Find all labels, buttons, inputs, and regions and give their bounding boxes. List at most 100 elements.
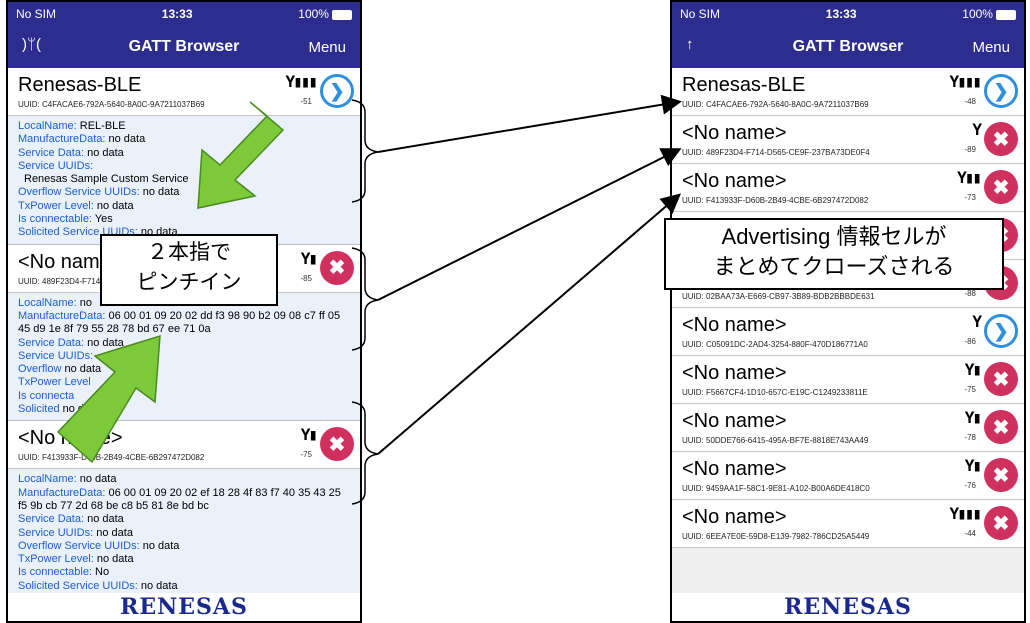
nav-title: GATT Browser bbox=[792, 38, 904, 55]
signal-strength-icon: Y▮ bbox=[964, 408, 982, 427]
info-key: Is connectable: bbox=[18, 566, 92, 579]
info-key: LocalName: bbox=[18, 120, 77, 132]
close-icon[interactable]: ✖ bbox=[984, 362, 1018, 396]
advertising-info-row: TxPower Level: no data bbox=[18, 200, 350, 213]
device-cell[interactable]: <No name> UUID: 9459AA1F-58C1-9E81-A102-B… bbox=[672, 452, 1024, 500]
device-cell[interactable]: <No name> UUID: C05091DC-2AD4-3254-880F-4… bbox=[672, 308, 1024, 356]
close-icon[interactable]: ✖ bbox=[984, 410, 1018, 444]
info-value: no data bbox=[93, 553, 134, 566]
device-cell[interactable]: <No name> UUID: F5667CF4-1D10-657C-E19C-C… bbox=[672, 356, 1024, 404]
close-icon[interactable]: ✖ bbox=[320, 427, 354, 462]
signal-strength-icon: Y▮ bbox=[300, 248, 318, 268]
rssi-value: -75 bbox=[300, 450, 312, 460]
device-list[interactable]: Renesas-BLE UUID: C4FACAE6-792A-5640-8A0C… bbox=[672, 68, 1024, 593]
advertising-info-row: ManufactureData: no data bbox=[18, 133, 350, 146]
callout-line: ２本指で bbox=[147, 241, 231, 264]
advertising-info-row: ManufactureData: 06 00 01 09 20 02 dd f3… bbox=[18, 310, 350, 337]
rssi-value: -78 bbox=[964, 433, 976, 442]
info-value: no data bbox=[76, 473, 117, 486]
device-cell[interactable]: Renesas-BLE UUID: C4FACAE6-792A-5640-8A0C… bbox=[672, 68, 1024, 116]
device-uuid: UUID: F413933F-D60B-2B49-4CBE-6B297472D0… bbox=[682, 196, 869, 205]
advertising-info-row: Solicited no data bbox=[18, 403, 350, 416]
info-value: no data bbox=[139, 186, 180, 199]
connector-line bbox=[377, 94, 682, 153]
rssi-value: -86 bbox=[964, 337, 976, 346]
device-cell[interactable]: <No name> UUID: F413933F-D60B-2B49-4CBE-6… bbox=[8, 421, 360, 470]
info-key: Service UUIDs: bbox=[18, 349, 94, 362]
info-key: ManufactureData: bbox=[18, 133, 106, 146]
info-key: ManufactureData: bbox=[18, 309, 106, 322]
info-key: LocalName: bbox=[18, 473, 77, 486]
close-icon[interactable]: ✖ bbox=[984, 506, 1018, 540]
device-cell[interactable]: <No name> UUID: 50DDE766-6415-495A-BF7E-8… bbox=[672, 404, 1024, 452]
advertising-info-cell: LocalName: REL-BLE ManufactureData: no da… bbox=[8, 116, 360, 245]
advertising-info-row: TxPower Level: no data bbox=[18, 553, 350, 566]
device-name: <No name> bbox=[682, 410, 787, 432]
signal-strength-icon: Y▮ bbox=[300, 425, 318, 445]
rssi-value: -73 bbox=[964, 193, 976, 202]
menu-button[interactable]: Menu bbox=[972, 39, 1010, 56]
info-value: no data bbox=[59, 403, 100, 416]
close-icon[interactable]: ✖ bbox=[984, 458, 1018, 492]
signal-strength-icon: Y bbox=[972, 312, 982, 331]
connector-line bbox=[377, 148, 682, 301]
device-list[interactable]: Renesas-BLE UUID: C4FACAE6-792A-5640-8A0C… bbox=[8, 68, 360, 593]
device-uuid: UUID: C4FACAE6-792A-5640-8A0C-9A7211037B… bbox=[18, 100, 205, 109]
close-icon[interactable]: ✖ bbox=[320, 250, 354, 285]
info-value: REL-BLE bbox=[76, 120, 126, 132]
advertising-info-row: Is connecta bbox=[18, 390, 350, 403]
device-name: <No name> bbox=[682, 458, 787, 480]
advertising-info-cell: LocalName: no ManufactureData: 06 00 01 0… bbox=[8, 292, 360, 422]
device-name: <No name> bbox=[18, 427, 123, 450]
device-cell[interactable]: <No name> UUID: 489F23D4-F714-D565-CE9F-2… bbox=[672, 116, 1024, 164]
info-key: Solicited bbox=[18, 403, 60, 416]
connect-arrow-icon[interactable]: ❯ bbox=[984, 74, 1018, 108]
collapse-callout: Advertising 情報セルが まとめてクローズされる bbox=[664, 218, 1004, 290]
battery-icon bbox=[331, 9, 352, 20]
device-cell[interactable]: <No name> UUID: F413933F-D60B-2B49-4CBE-6… bbox=[672, 164, 1024, 212]
info-key: Overflow bbox=[18, 363, 62, 376]
menu-button[interactable]: Menu bbox=[308, 39, 346, 56]
info-key: Overflow Service UUIDs: bbox=[18, 186, 140, 199]
advertising-info-row: ManufactureData: 06 00 01 09 20 02 ef 18… bbox=[18, 487, 350, 514]
info-value: No bbox=[92, 566, 110, 579]
device-cell[interactable]: Renesas-BLE UUID: C4FACAE6-792A-5640-8A0C… bbox=[8, 68, 360, 116]
arrow-up-icon[interactable]: ↑ bbox=[686, 36, 694, 53]
battery-label: 100% bbox=[962, 7, 993, 21]
advertising-info-row: Renesas Sample Custom Service bbox=[18, 173, 350, 186]
rssi-value: -89 bbox=[964, 145, 976, 154]
battery-indicator: 100% bbox=[298, 7, 352, 21]
advertising-info-cell: LocalName: no data ManufactureData: 06 00… bbox=[8, 469, 360, 593]
connect-arrow-icon[interactable]: ❯ bbox=[984, 314, 1018, 348]
battery-label: 100% bbox=[298, 7, 329, 21]
close-icon[interactable]: ✖ bbox=[984, 122, 1018, 156]
nav-bar: )ᛘ( GATT Browser Menu bbox=[8, 26, 360, 68]
close-icon[interactable]: ✖ bbox=[984, 170, 1018, 204]
device-cell[interactable]: <No name> UUID: 6EEA7E0E-59D8-E139-7982-7… bbox=[672, 500, 1024, 548]
advertising-info-row: Service UUIDs: bbox=[18, 350, 350, 363]
callout-line: ピンチイン bbox=[136, 271, 242, 294]
advertising-info-row: Overflow Service UUIDs: no data bbox=[18, 540, 350, 553]
info-key: LocalName: bbox=[18, 296, 77, 309]
signal-strength-icon: Y▮▮▮ bbox=[949, 504, 982, 523]
advertising-info-row: Overflow Service UUIDs: no data bbox=[18, 186, 350, 199]
callout-line: まとめてクローズされる bbox=[713, 254, 955, 279]
device-uuid: UUID: C4FACAE6-792A-5640-8A0C-9A7211037B… bbox=[682, 100, 869, 109]
device-name: <No name> bbox=[682, 362, 787, 384]
connect-arrow-icon[interactable]: ❯ bbox=[320, 74, 354, 108]
info-value: Yes bbox=[92, 213, 113, 226]
advertising-info-row: Overflow no data bbox=[18, 363, 350, 376]
info-key: ManufactureData: bbox=[18, 486, 106, 499]
device-uuid: UUID: 489F23D4-F714-D565-CE9F-237BA73DE0… bbox=[682, 148, 870, 157]
callout-line: Advertising 情報セルが bbox=[721, 224, 947, 249]
advertising-info-row: Is connectable: No bbox=[18, 566, 350, 579]
antenna-icon[interactable]: )ᛘ( bbox=[22, 36, 41, 53]
rssi-value: -88 bbox=[964, 289, 976, 298]
info-value: no data bbox=[84, 513, 124, 526]
footer: RENESAS bbox=[672, 593, 1024, 621]
advertising-info-row: Service UUIDs: bbox=[18, 160, 350, 173]
info-key: TxPower Level bbox=[18, 376, 91, 389]
device-name: Renesas-BLE bbox=[18, 74, 142, 96]
info-value: no bbox=[76, 296, 92, 309]
info-value: Renesas Sample Custom Service bbox=[24, 173, 189, 186]
